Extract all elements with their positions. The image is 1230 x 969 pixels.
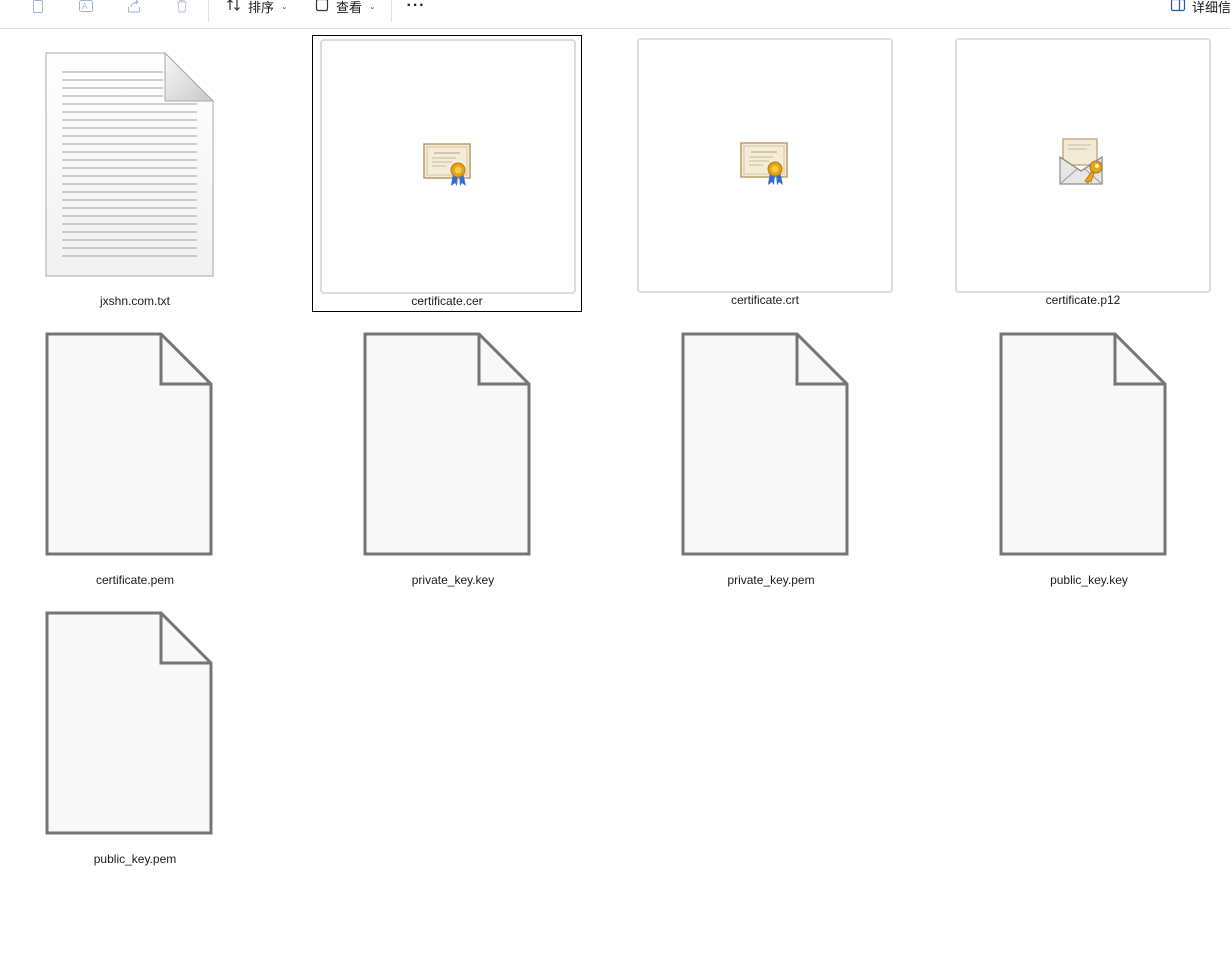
view-label: 查看 bbox=[336, 0, 363, 15]
key-envelope-icon bbox=[1057, 137, 1109, 194]
thumbnail-frame bbox=[955, 38, 1211, 293]
file-name: private_key.key bbox=[411, 573, 495, 587]
chevron-down-icon: ⌄ bbox=[369, 1, 376, 11]
file-name: certificate.cer bbox=[411, 294, 483, 308]
toolbar-divider bbox=[391, 0, 392, 22]
copy-icon[interactable] bbox=[28, 0, 48, 16]
file-item[interactable]: certificate.cer bbox=[312, 35, 582, 312]
certificate-icon bbox=[739, 139, 791, 192]
file-name: certificate.p12 bbox=[1045, 293, 1121, 307]
view-icon bbox=[314, 0, 330, 16]
file-item[interactable]: private_key.pem bbox=[636, 329, 906, 606]
file-item[interactable]: private_key.key bbox=[318, 329, 588, 606]
file-item[interactable]: certificate.pem bbox=[0, 329, 270, 606]
blank-document-icon bbox=[363, 332, 533, 563]
details-pane-button[interactable]: 详细信 bbox=[1170, 0, 1230, 16]
blank-document-icon bbox=[45, 611, 215, 842]
delete-icon[interactable] bbox=[172, 0, 192, 16]
details-pane-label: 详细信 bbox=[1192, 0, 1230, 15]
more-options-button[interactable]: ··· bbox=[405, 0, 427, 16]
view-button[interactable]: 查看 ⌄ bbox=[314, 0, 376, 16]
sort-label: 排序 bbox=[248, 0, 275, 15]
certificate-icon bbox=[422, 140, 474, 193]
file-name: certificate.crt bbox=[730, 293, 799, 307]
file-name: jxshn.com.txt bbox=[99, 294, 171, 308]
blank-document-icon bbox=[999, 332, 1169, 563]
thumbnail-frame bbox=[320, 39, 576, 294]
chevron-down-icon: ⌄ bbox=[281, 1, 288, 11]
file-item[interactable]: certificate.p12 bbox=[948, 35, 1218, 312]
file-item[interactable]: public_key.key bbox=[954, 329, 1224, 606]
svg-text:A: A bbox=[82, 2, 88, 11]
file-name: certificate.pem bbox=[95, 573, 175, 587]
details-pane-icon bbox=[1170, 0, 1186, 16]
sort-icon bbox=[226, 0, 242, 16]
file-item[interactable]: certificate.crt bbox=[630, 35, 900, 312]
file-name: private_key.pem bbox=[727, 573, 815, 587]
blank-document-icon bbox=[681, 332, 851, 563]
rename-icon[interactable]: A bbox=[76, 0, 96, 16]
text-document-icon bbox=[45, 51, 215, 283]
file-item[interactable]: public_key.pem bbox=[0, 608, 270, 885]
file-item[interactable]: jxshn.com.txt bbox=[0, 29, 270, 308]
command-bar: A 排序 ⌄ 查看 ⌄ ··· 详细信 bbox=[0, 0, 1230, 29]
thumbnail-frame bbox=[637, 38, 893, 293]
file-name: public_key.pem bbox=[93, 852, 177, 866]
toolbar-divider bbox=[208, 0, 209, 22]
share-icon[interactable] bbox=[124, 0, 144, 16]
sort-button[interactable]: 排序 ⌄ bbox=[226, 0, 288, 16]
blank-document-icon bbox=[45, 332, 215, 563]
file-name: public_key.key bbox=[1050, 573, 1128, 587]
file-grid: jxshn.com.txt certificate.cer certificat… bbox=[0, 29, 1230, 969]
